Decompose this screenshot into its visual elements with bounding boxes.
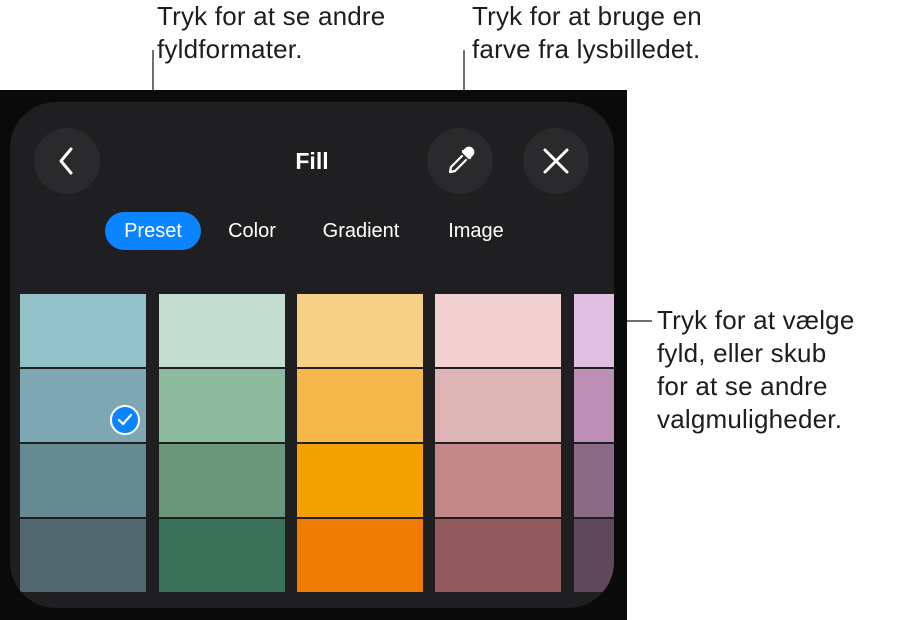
callout-fill-formats: Tryk for at se andre fyldformater. (157, 1, 386, 64)
color-swatch[interactable] (159, 368, 285, 443)
color-swatch[interactable] (574, 294, 614, 368)
swatch-column[interactable] (297, 294, 423, 592)
swatch-column[interactable] (435, 294, 561, 592)
color-swatch[interactable] (20, 368, 146, 443)
color-swatch[interactable] (297, 294, 423, 368)
color-swatch[interactable] (159, 294, 285, 368)
tab-color[interactable]: Color (212, 212, 292, 250)
color-swatch[interactable] (435, 443, 561, 518)
callout-swatches: Tryk for at vælge fyld, eller skub for a… (657, 305, 855, 434)
eyedropper-icon (448, 146, 475, 174)
eyedropper-button[interactable] (427, 128, 493, 194)
color-swatch[interactable] (574, 518, 614, 592)
checkmark-icon (110, 404, 140, 435)
tab-image[interactable]: Image (434, 212, 518, 250)
color-swatch[interactable] (435, 368, 561, 443)
tab-preset[interactable]: Preset (105, 212, 201, 250)
color-swatch[interactable] (20, 443, 146, 518)
color-swatch[interactable] (435, 518, 561, 592)
fill-panel: Fill Preset Color Gradient Image (10, 102, 614, 608)
swatch-column[interactable] (20, 294, 146, 592)
tab-gradient[interactable]: Gradient (306, 212, 416, 250)
callout-eyedropper: Tryk for at bruge en farve fra lysbilled… (472, 1, 702, 64)
close-icon (543, 148, 569, 174)
color-swatch[interactable] (574, 443, 614, 518)
color-swatch[interactable] (297, 368, 423, 443)
swatch-column[interactable] (574, 294, 614, 592)
fill-type-tabs: Preset Color Gradient Image (10, 212, 614, 250)
color-swatch[interactable] (20, 518, 146, 592)
swatch-column[interactable] (159, 294, 285, 592)
color-swatch[interactable] (297, 518, 423, 592)
color-swatch[interactable] (297, 443, 423, 518)
color-swatch[interactable] (159, 518, 285, 592)
color-swatch[interactable] (574, 368, 614, 443)
color-swatch[interactable] (435, 294, 561, 368)
color-swatch[interactable] (159, 443, 285, 518)
close-button[interactable] (523, 128, 589, 194)
device-screen: Fill Preset Color Gradient Image (0, 90, 627, 620)
color-swatch[interactable] (20, 294, 146, 368)
